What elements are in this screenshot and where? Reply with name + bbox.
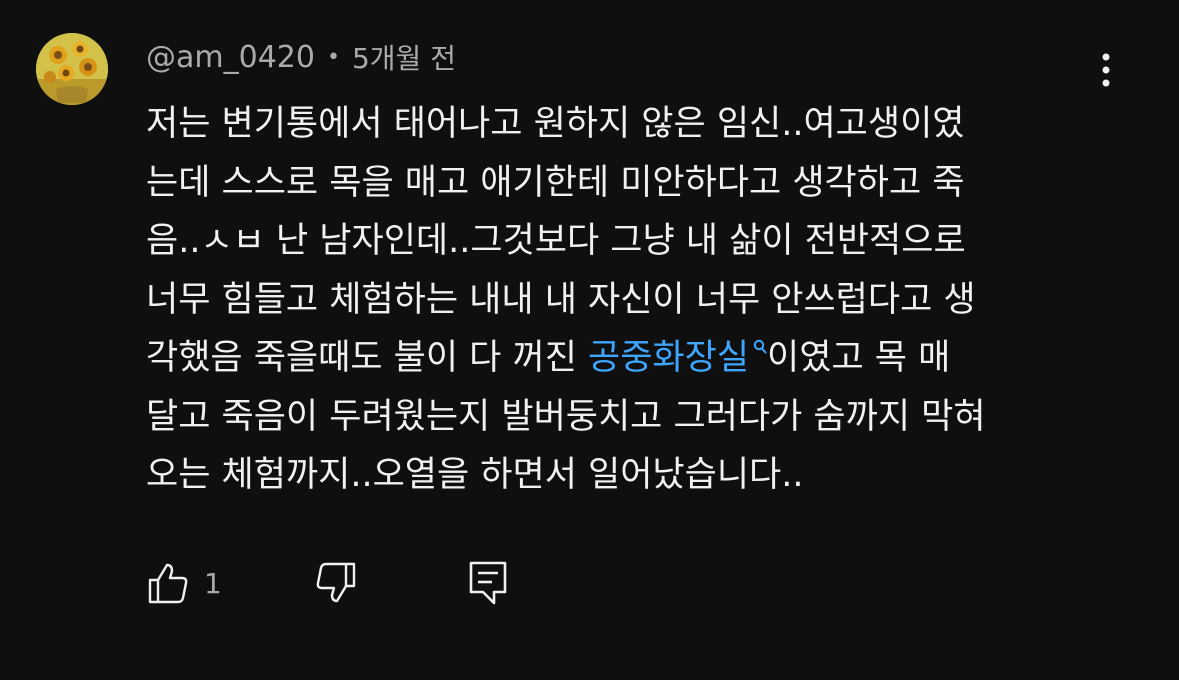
like-button[interactable]: 1 — [146, 561, 222, 605]
comment-line: 오는 체험까지..오열을 하면서 일어났습니다.. — [146, 455, 804, 495]
author-name[interactable]: @am_0420 — [146, 40, 315, 75]
search-link-text[interactable]: 공중화장실 — [588, 338, 749, 378]
search-icon — [753, 339, 767, 354]
more-vert-icon — [1102, 53, 1110, 87]
thumb-down-icon — [316, 562, 356, 603]
comment-line: 저는 변기통에서 태어나고 원하지 않은 임신..여고생이였 — [146, 104, 965, 144]
comment-text: 저는 변기통에서 태어나고 원하지 않은 임신..여고생이였 는데 스스로 목을… — [146, 95, 1106, 505]
more-button[interactable] — [1086, 46, 1126, 92]
thumb-up-icon — [148, 563, 188, 604]
reply-button[interactable] — [468, 560, 508, 606]
comment-line: 각했음 죽을때도 불이 다 꺼진 공중화장실 이였고 목 매 — [146, 329, 1106, 388]
search-link[interactable]: 공중화장실 — [588, 338, 767, 378]
avatar[interactable] — [36, 33, 108, 105]
comment-line: 너무 힘들고 체험하는 내내 내 자신이 너무 안쓰럽다고 생 — [146, 279, 976, 320]
comment-text-segment: 각했음 죽을때도 불이 다 꺼진 — [146, 338, 589, 378]
comment-line: 달고 죽음이 두려웠는지 발버둥치고 그러다가 숨까지 막혀 — [146, 396, 986, 437]
comment-line: 는데 스스로 목을 매고 애기한테 미안하다고 생각하고 죽 — [146, 162, 965, 203]
comment-thread: @am_0420 • 5개월 전 저는 변기통에서 태어나고 원하지 않은 임신… — [0, 0, 1179, 680]
like-count: 1 — [204, 566, 222, 600]
dislike-button[interactable] — [314, 561, 358, 605]
avatar-image — [36, 33, 108, 105]
comment-time[interactable]: 5개월 전 — [352, 37, 456, 77]
reply-comment-icon — [469, 561, 507, 605]
comment-actions: 1 — [146, 558, 508, 608]
comment-header: @am_0420 • 5개월 전 — [146, 37, 456, 77]
separator-dot: • — [326, 44, 340, 70]
comment-line: 음..ㅅㅂ 난 남자인데..그것보다 그냥 내 삶이 전반적으로 — [146, 221, 966, 261]
comment-text-segment: 이였고 목 매 — [767, 338, 951, 378]
